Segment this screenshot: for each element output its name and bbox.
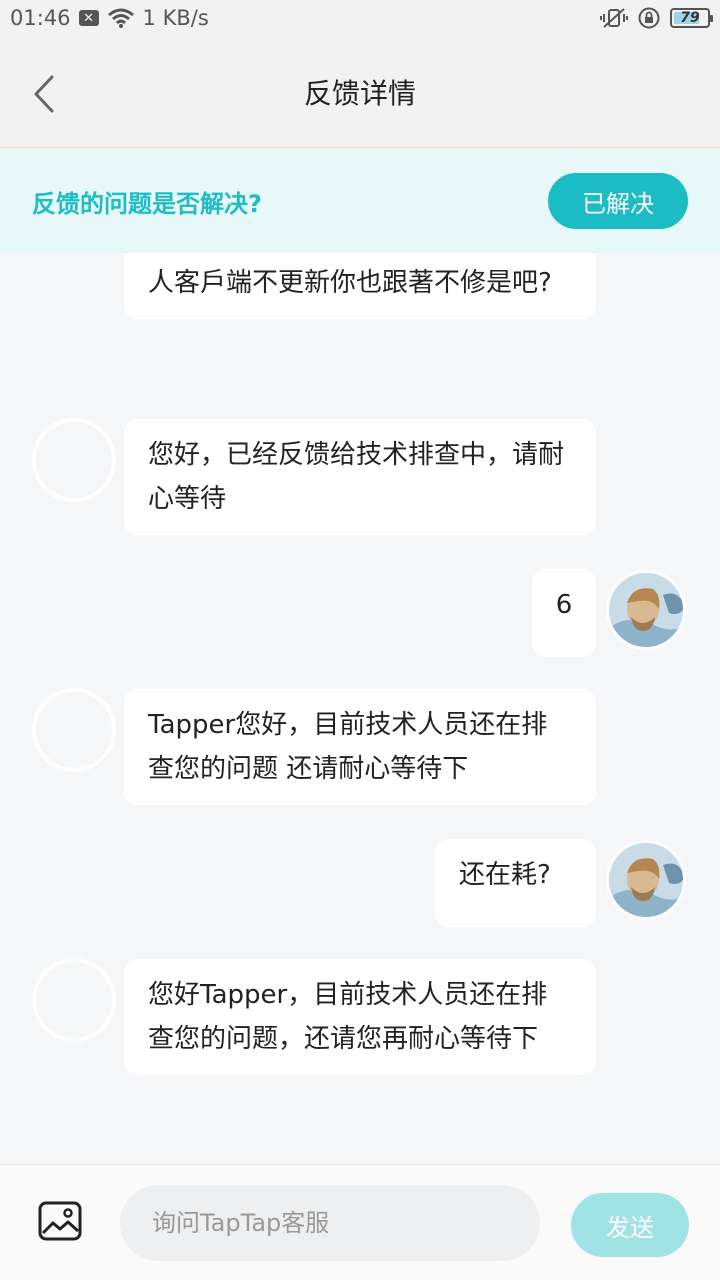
resolution-question: 反馈的问题是否解决? [32,189,262,218]
battery-level: 79 [680,10,700,26]
support-message-bubble: Tapper您好，目前技术人员还在排查您的问题 还请耐心等待下 [124,689,596,805]
resolution-banner: 反馈的问题是否解决? 已解决 [0,149,720,253]
message-text: 您好，已经反馈给技术排查中，请耐心等待 [148,440,565,514]
message-text: Tapper您好，目前技术人员还在排查您的问题 还请耐心等待下 [148,710,548,784]
resolved-button[interactable]: 已解决 [548,173,688,229]
network-speed: 1 KB/s [142,6,209,30]
chevron-left-icon [34,75,54,113]
support-message-bubble: 您好，已经反馈给技术排查中，请耐心等待 [124,419,596,535]
user-avatar-image [609,573,683,647]
message-text: 还在耗? [459,860,551,890]
chat-thread[interactable]: 人客戶端不更新你也跟著不修是吧? 您好，已经反馈给技术排查中，请耐心等待 6 T… [0,253,720,1164]
status-bar: 01:46 ✕ 1 KB/s 79 [0,0,720,36]
x-notification-icon: ✕ [78,10,99,26]
support-avatar [32,688,116,772]
user-message-bubble: 6 [532,569,596,657]
vibrate-off-icon [600,8,628,28]
message-input[interactable] [120,1185,540,1261]
page-header: 反馈详情 [0,36,720,148]
support-avatar [32,418,116,502]
support-message-bubble: 您好Tapper，目前技术人员还在排查您的问题，还请您再耐心等待下 [124,959,596,1075]
wifi-icon [107,8,134,28]
support-message-bubble: 人客戶端不更新你也跟著不修是吧? [124,253,596,319]
status-time: 01:46 [10,6,71,30]
image-upload-button[interactable] [38,1201,82,1241]
image-icon [38,1201,82,1241]
battery-icon: 79 [670,8,713,28]
lock-rotation-icon [638,7,660,29]
back-button[interactable] [22,72,66,116]
message-composer: 发送 [0,1164,720,1280]
user-avatar-image [609,843,683,917]
support-avatar [32,958,116,1042]
message-text: 人客戶端不更新你也跟著不修是吧? [148,268,552,298]
page-title: 反馈详情 [303,76,416,110]
message-text: 您好Tapper，目前技术人员还在排查您的问题，还请您再耐心等待下 [148,980,548,1054]
user-avatar[interactable] [606,840,686,920]
message-text: 6 [555,590,573,620]
user-avatar[interactable] [606,570,686,650]
user-message-bubble: 还在耗? [435,839,596,927]
send-button[interactable]: 发送 [571,1193,689,1257]
